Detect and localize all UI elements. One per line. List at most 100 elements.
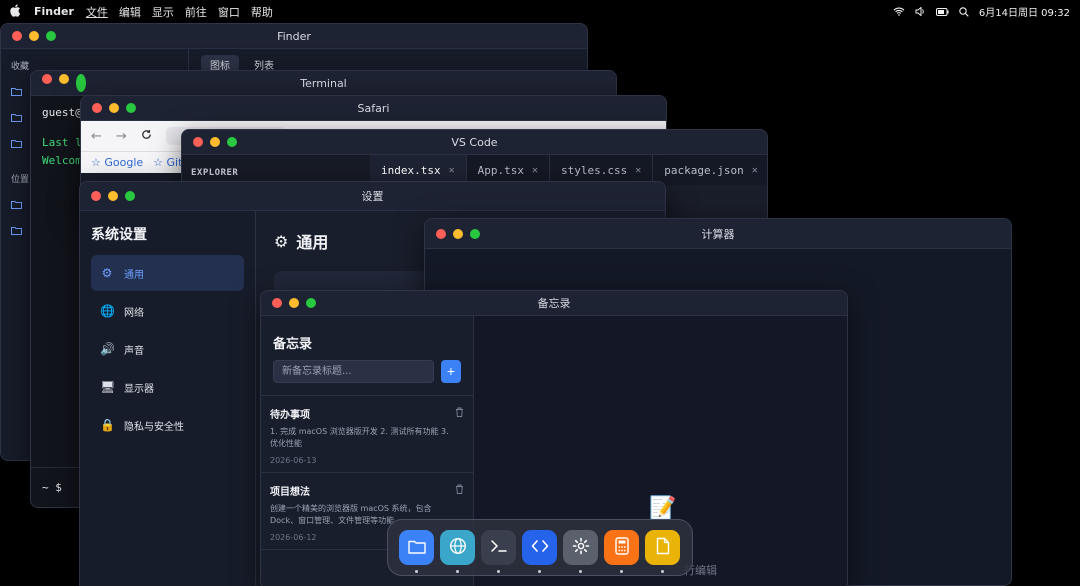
notes-titlebar[interactable]: 备忘录 [261,291,847,316]
editor-tab[interactable]: package.json ✕ [653,155,767,185]
running-indicator [415,570,418,573]
terminal-icon [490,539,508,556]
vscode-titlebar[interactable]: VS Code [182,130,767,155]
dock-vscode[interactable] [522,530,557,573]
calculator-titlebar[interactable]: 计算器 [425,219,1011,249]
menu-bar: Finder 文件 编辑 显示 前往 窗口 帮助 6月14日周日 09:32 [0,0,1080,23]
maximize-button[interactable] [46,31,56,41]
search-icon[interactable] [959,6,969,17]
forward-icon[interactable]: → [116,129,127,144]
close-button[interactable] [193,137,203,147]
running-indicator [579,570,582,573]
maximize-button[interactable] [227,137,237,147]
maximize-button[interactable] [125,191,135,201]
minimize-button[interactable] [29,31,39,41]
volume-icon[interactable] [915,7,926,16]
maximize-button[interactable] [306,298,316,308]
dock-terminal[interactable] [481,530,516,573]
sidebar-item-privacy[interactable]: 🔒 隐私与安全性 [91,407,244,443]
sidebar-item-display[interactable]: 🖥 显示器 [91,369,244,405]
settings-sidebar-title: 系统设置 [91,227,147,243]
safari-titlebar[interactable]: Safari [81,96,666,121]
terminal-titlebar[interactable]: Terminal [31,71,616,96]
code-icon [531,539,549,556]
note-preview: 1. 完成 macOS 浏览器版开发 2. 测试所有功能 3. 优化性能 [270,427,449,448]
menu-help[interactable]: 帮助 [251,4,273,20]
dock-settings[interactable] [563,530,598,573]
new-note-title-input[interactable] [273,360,434,383]
maximize-button[interactable] [470,228,480,239]
editor-tab-label: package.json [664,163,744,177]
lock-icon: 🔒 [100,418,115,432]
globe-icon: 🌐 [100,304,115,318]
close-icon[interactable]: ✕ [532,165,538,176]
dock-finder[interactable] [399,530,434,573]
minimize-button[interactable] [210,137,220,147]
close-button[interactable] [91,191,101,201]
dock-safari[interactable] [440,530,475,573]
folder-icon [11,113,22,125]
menu-edit[interactable]: 编辑 [119,4,141,20]
sidebar-item-general[interactable]: ⚙ 通用 [91,255,244,291]
settings-titlebar[interactable]: 设置 [80,182,665,211]
settings-sidebar: 系统设置 ⚙ 通用 🌐 网络 🔊 声音 🖥 显示器 🔒 隐私与安全性 [80,211,256,586]
trash-icon[interactable] [455,406,464,420]
note-icon [656,537,670,558]
dock-calculator[interactable] [604,530,639,573]
close-icon[interactable]: ✕ [449,165,455,176]
folder-icon [407,539,426,557]
menu-app-name[interactable]: Finder [34,5,74,18]
minimize-button[interactable] [108,191,118,201]
minimize-button[interactable] [109,103,119,113]
minimize-button[interactable] [289,298,299,308]
close-icon[interactable]: ✕ [635,165,641,176]
maximize-button[interactable] [76,74,86,92]
folder-icon [11,200,22,212]
note-title: 项目想法 [270,487,310,498]
menu-view[interactable]: 显示 [152,4,174,20]
sidebar-item-label: 声音 [124,345,144,357]
back-icon[interactable]: ← [91,129,102,144]
folder-icon [11,87,22,99]
folder-icon [11,226,22,238]
close-icon[interactable]: ✕ [752,165,758,176]
menu-window[interactable]: 窗口 [218,4,240,20]
notes-heading: 备忘录 [273,337,313,352]
apple-icon[interactable] [10,3,24,20]
wifi-icon[interactable] [893,7,905,16]
running-indicator [497,570,500,573]
running-indicator [620,570,623,573]
gear-icon: ⚙ [101,266,113,280]
page-title-label: 通用 [296,233,329,252]
speaker-icon: 🔊 [100,342,115,356]
menu-file[interactable]: 文件 [86,4,108,20]
close-button[interactable] [272,298,282,308]
memo-icon: 📝 [649,496,677,521]
list-item[interactable]: 待办事项 1. 完成 macOS 浏览器版开发 2. 测试所有功能 3. 优化性… [261,396,473,473]
sidebar-item-sound[interactable]: 🔊 声音 [91,331,244,367]
close-button[interactable] [12,31,22,41]
maximize-button[interactable] [126,103,136,113]
menubar-clock[interactable]: 6月14日周日 09:32 [979,4,1070,19]
close-button[interactable] [92,103,102,113]
gear-icon [572,537,590,558]
window-title: VS Code [451,135,498,149]
battery-icon[interactable] [935,7,949,16]
add-note-button[interactable]: + [441,360,461,383]
close-button[interactable] [436,228,446,239]
close-button[interactable] [42,74,52,84]
menu-go[interactable]: 前往 [185,4,207,20]
minimize-button[interactable] [453,228,463,239]
bookmark-google[interactable]: ☆ Google [91,156,143,169]
note-date: 2026-06-13 [270,456,317,465]
dock [387,519,693,576]
reload-icon[interactable] [141,129,152,144]
dock-notes[interactable] [645,530,680,573]
sidebar-item-label: 隐私与安全性 [124,421,184,433]
calculator-icon [614,537,629,558]
trash-icon[interactable] [455,483,464,497]
minimize-button[interactable] [59,74,69,84]
finder-titlebar[interactable]: Finder [1,24,587,49]
sidebar-item-network[interactable]: 🌐 网络 [91,293,244,329]
monitor-icon: 🖥 [100,380,116,394]
